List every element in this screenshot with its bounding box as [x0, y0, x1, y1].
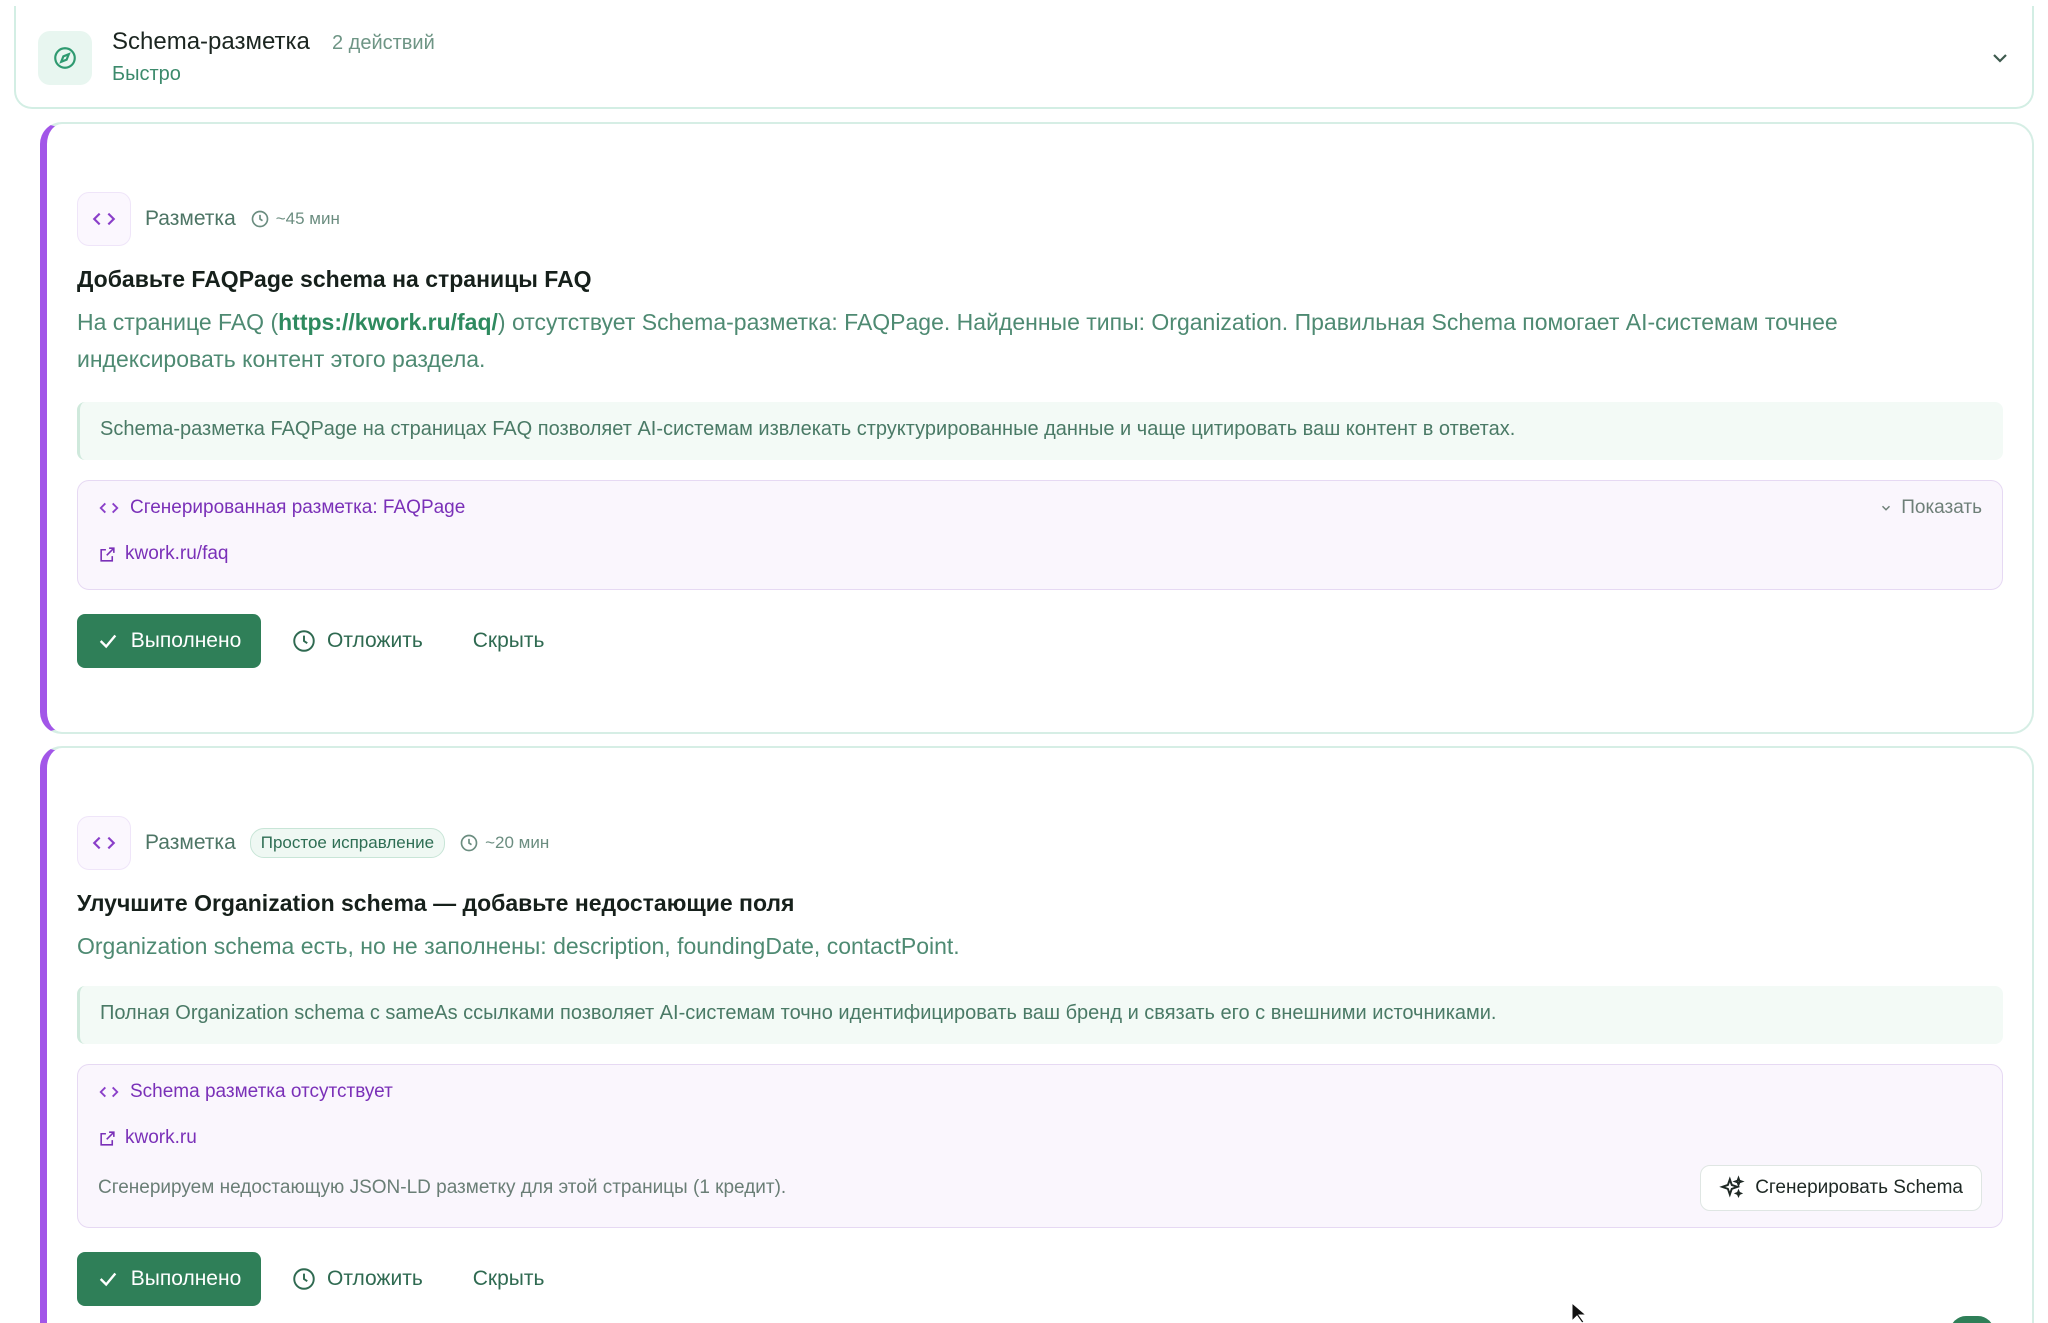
sparkles-icon	[1719, 1175, 1745, 1199]
clock-icon	[460, 834, 478, 852]
time-text: ~20 мин	[485, 833, 550, 852]
done-label: Выполнено	[130, 1267, 242, 1290]
check-icon	[99, 1272, 116, 1287]
time-text: ~45 мин	[275, 209, 340, 228]
section-title: Schema-разметка	[112, 28, 310, 55]
generate-schema-button[interactable]: Сгенерировать Schema	[1700, 1165, 1982, 1211]
card-title: Добавьте FAQPage schema на страницы FAQ	[77, 266, 592, 292]
time-estimate: ~45 мин	[250, 209, 340, 229]
time-estimate: ~20 мин	[459, 833, 549, 853]
action-card-organization: Разметка Простое исправление ~20 мин Улу…	[40, 746, 2034, 1323]
external-link-icon	[100, 546, 115, 562]
external-link-icon	[100, 1130, 115, 1146]
postpone-label: Отложить	[327, 629, 423, 652]
postpone-label: Отложить	[327, 1267, 423, 1290]
schema-panel: Schema разметка отсутствует kwork.ru Сге…	[77, 1064, 2003, 1228]
clock-icon	[251, 210, 269, 228]
show-toggle[interactable]: Показать	[1879, 497, 1982, 519]
chevron-down-icon	[1882, 505, 1891, 511]
generate-label: Сгенерировать Schema	[1755, 1177, 1963, 1198]
category-label: Разметка	[145, 831, 236, 854]
postpone-button[interactable]: Отложить	[291, 1266, 423, 1292]
clock-icon	[293, 630, 315, 652]
done-button[interactable]: Выполнено	[77, 614, 261, 668]
schema-url: kwork.ru/faq	[125, 543, 229, 564]
schema-panel: Сгенерированная разметка: FAQPage Показа…	[77, 480, 2003, 590]
schema-title: Сгенерированная разметка: FAQPage	[130, 497, 466, 518]
desc-text: На странице FAQ (	[77, 309, 279, 335]
compass-icon	[38, 31, 92, 85]
card-meta: Разметка Простое исправление ~20 мин	[77, 816, 549, 870]
card-actions: Выполнено Отложить Скрыть	[77, 1252, 544, 1306]
action-card-faqpage: Разметка ~45 мин Добавьте FAQPage schema…	[40, 122, 2034, 734]
schema-url-link[interactable]: kwork.ru	[98, 1127, 197, 1149]
benefit-note: Полная Organization schema с sameAs ссыл…	[77, 986, 2003, 1044]
section-speed: Быстро	[112, 63, 181, 85]
code-icon	[77, 192, 131, 246]
clock-icon	[293, 1268, 315, 1290]
easy-fix-badge: Простое исправление	[249, 828, 446, 858]
postpone-button[interactable]: Отложить	[291, 628, 423, 654]
card-meta: Разметка ~45 мин	[77, 192, 340, 246]
schema-url-link[interactable]: kwork.ru/faq	[98, 543, 228, 565]
schema-title: Schema разметка отсутствует	[130, 1081, 393, 1102]
hide-button[interactable]: Скрыть	[473, 1267, 545, 1291]
show-label: Показать	[1901, 497, 1982, 518]
chevron-down-icon[interactable]	[1988, 46, 2012, 70]
check-icon	[99, 634, 116, 649]
section-count: 2 действий	[332, 32, 435, 54]
schema-header: Schema разметка отсутствует	[98, 1081, 393, 1103]
card-actions: Выполнено Отложить Скрыть	[77, 614, 544, 668]
schema-header: Сгенерированная разметка: FAQPage	[98, 497, 465, 519]
faq-link[interactable]: https://kwork.ru/faq/	[278, 309, 498, 335]
schema-hint: Сгенерируем недостающую JSON-LD разметку…	[98, 1177, 787, 1198]
card-description: На странице FAQ (https://kwork.ru/faq/) …	[77, 304, 1977, 378]
hide-button[interactable]: Скрыть	[473, 629, 545, 653]
category-label: Разметка	[145, 207, 236, 230]
schema-url: kwork.ru	[125, 1127, 197, 1148]
mouse-cursor-icon	[1571, 1303, 1588, 1323]
card-description: Organization schema есть, но не заполнен…	[77, 933, 960, 959]
code-icon	[99, 502, 119, 514]
card-title: Улучшите Organization schema — добавьте …	[77, 890, 795, 916]
benefit-note: Schema-разметка FAQPage на страницах FAQ…	[77, 402, 2003, 460]
section-header[interactable]: Schema-разметка 2 действий Быстро	[14, 6, 2034, 109]
done-label: Выполнено	[130, 629, 242, 652]
done-button[interactable]: Выполнено	[77, 1252, 261, 1306]
code-icon	[77, 816, 131, 870]
code-icon	[99, 1086, 119, 1098]
